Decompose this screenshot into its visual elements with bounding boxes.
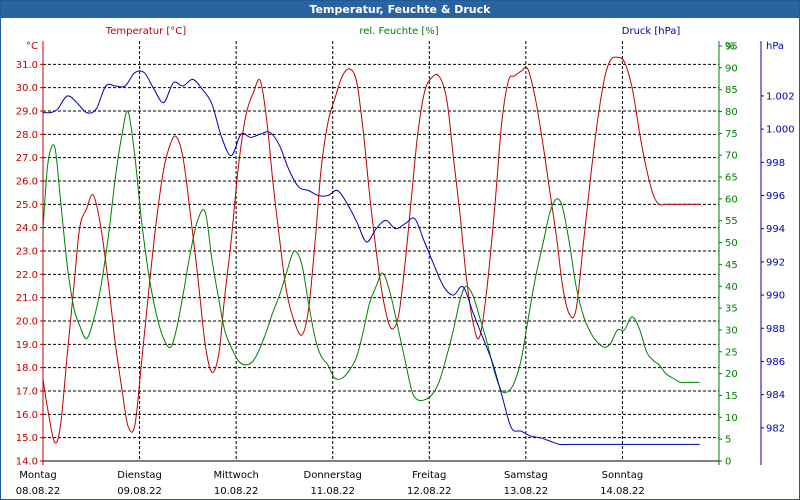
pressure-tick-label: 986: [766, 357, 785, 368]
x-date-label: 11.08.22: [310, 486, 355, 497]
temp-tick-label: 31.0: [16, 60, 38, 71]
humidity-tick-label: 35: [725, 304, 738, 315]
pressure-tick-label: 1.000: [766, 125, 795, 136]
humidity-unit-label: %: [725, 41, 735, 52]
humidity-line: [42, 110, 700, 402]
series-lines: [42, 56, 700, 446]
chart-window: Temperatur, Feuchte & Druck 31.0 30.0 29.0…: [0, 0, 800, 500]
temp-tick-label: 28.0: [16, 130, 38, 141]
temp-tick-label: 14.0: [16, 457, 38, 468]
chart-canvas: 31.0 30.0 29.0 28.0 27.0 26.0 25.0 24.0 23.0 22.0…: [16, 26, 795, 497]
humidity-tick-label: 30: [725, 325, 738, 336]
pressure-tick-label: 982: [766, 423, 785, 434]
temp-tick-label: 26.0: [16, 177, 38, 188]
x-date-label: 13.08.22: [504, 486, 549, 497]
x-date-label: 10.08.22: [214, 486, 259, 497]
x-date-label: 09.08.22: [117, 486, 162, 497]
humidity-tick-label: 0: [725, 457, 731, 468]
humidity-tick-label: 25: [725, 347, 738, 358]
pressure-tick-label: 988: [766, 324, 785, 335]
humidity-tick-label: 80: [725, 107, 738, 118]
humidity-tick-label: 5: [725, 435, 731, 446]
temp-tick-label: 24.0: [16, 223, 38, 234]
temp-tick-label: 15.0: [16, 433, 38, 444]
temp-tick-label: 25.0: [16, 200, 38, 211]
axes: [40, 41, 764, 465]
humidity-tick-label: 10: [725, 413, 738, 424]
pressure-tick-label: 1.002: [766, 91, 795, 102]
temp-tick-label: 22.0: [16, 270, 38, 281]
humidity-tick-label: 45: [725, 260, 738, 271]
temp-tick-label: 23.0: [16, 247, 38, 258]
humidity-tick-label: 90: [725, 63, 738, 74]
temp-tick-label: 27.0: [16, 153, 38, 164]
humidity-tick-label: 15: [725, 391, 738, 402]
humidity-tick-label: 85: [725, 85, 738, 96]
humidity-tick-label: 75: [725, 129, 738, 140]
pressure-line: [42, 70, 700, 446]
humidity-tick-label: 50: [725, 238, 738, 249]
x-date-label: 12.08.22: [407, 486, 452, 497]
pressure-tick-label: 984: [766, 390, 785, 401]
temperature-line: [42, 56, 700, 444]
temp-tick-label: 20.0: [16, 317, 38, 328]
temp-tick-label: 21.0: [16, 293, 38, 304]
temperature-series-label: Temperatur [°C]: [105, 26, 186, 37]
pressure-tick-label: 992: [766, 257, 785, 268]
x-day-label: Donnerstag: [304, 470, 362, 481]
x-day-label: Dienstag: [117, 470, 162, 481]
x-day-label: Freitag: [412, 470, 446, 481]
humidity-tick-label: 40: [725, 282, 738, 293]
temp-tick-label: 17.0: [16, 387, 38, 398]
pressure-series-label: Druck [hPa]: [622, 26, 681, 37]
pressure-tick-label: 996: [766, 191, 785, 202]
temp-unit-label: °C: [26, 41, 38, 52]
pressure-tick-label: 998: [766, 158, 785, 169]
x-day-label: Montag: [19, 470, 56, 481]
pressure-tick-label: 990: [766, 291, 785, 302]
humidity-series-label: rel. Feuchte [%]: [359, 26, 438, 37]
x-day-label: Sonntag: [602, 470, 644, 481]
x-day-label: Mittwoch: [213, 470, 258, 481]
humidity-tick-label: 65: [725, 173, 738, 184]
temp-tick-label: 18.0: [16, 363, 38, 374]
temp-tick-label: 29.0: [16, 107, 38, 118]
humidity-tick-label: 60: [725, 194, 738, 205]
grid: [43, 41, 719, 462]
x-day-label: Samstag: [504, 470, 548, 481]
humidity-tick-label: 20: [725, 369, 738, 380]
temp-tick-label: 19.0: [16, 340, 38, 351]
x-date-label: 08.08.22: [16, 486, 61, 497]
humidity-tick-label: 55: [725, 216, 738, 227]
humidity-tick-label: 70: [725, 151, 738, 162]
pressure-tick-label: 994: [766, 224, 785, 235]
x-date-label: 14.08.22: [600, 486, 645, 497]
temp-tick-label: 16.0: [16, 410, 38, 421]
pressure-unit-label: hPa: [766, 41, 784, 52]
temp-tick-label: 30.0: [16, 83, 38, 94]
